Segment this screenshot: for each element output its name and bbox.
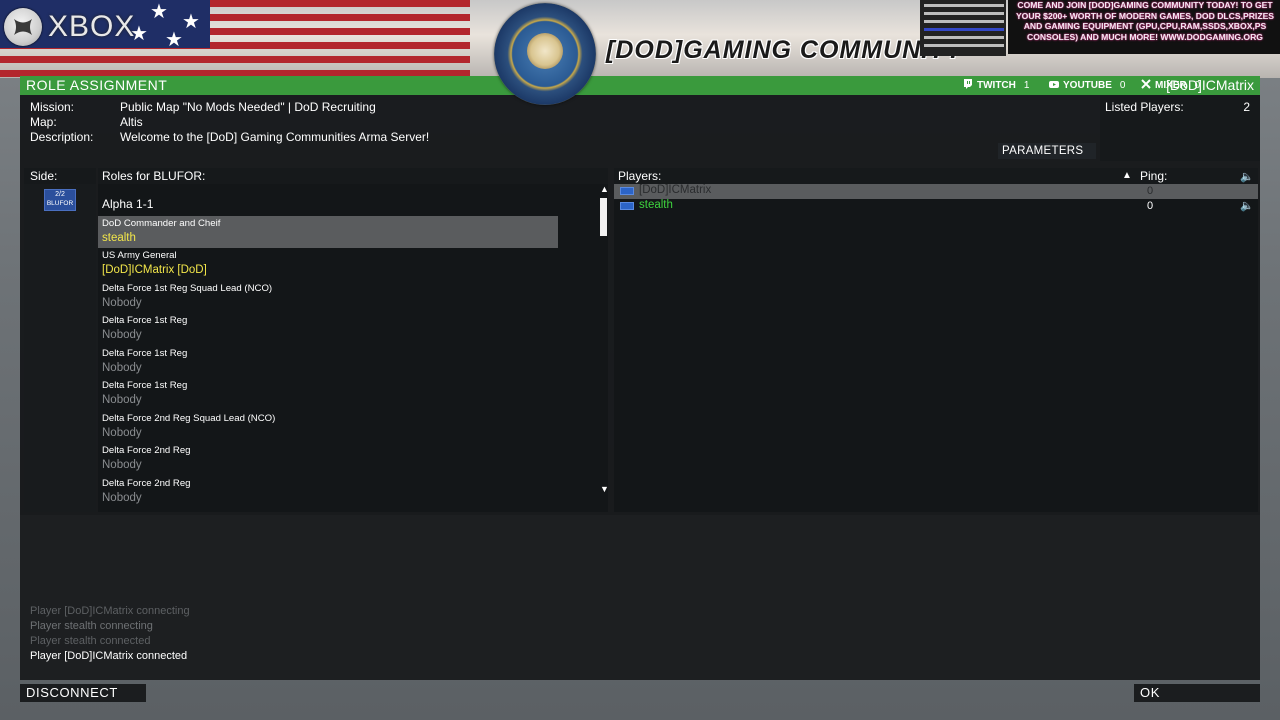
- role-slot[interactable]: Delta Force 2nd Reg Squad Lead (NCO) Nob…: [98, 411, 558, 443]
- player-side-flag-icon: [620, 202, 634, 210]
- description-label: Description:: [30, 130, 94, 144]
- role-slot[interactable]: Delta Force 1st Reg Squad Lead (NCO) Nob…: [98, 281, 558, 313]
- promo-box: COME AND JOIN [DOD]GAMING COMMUNITY TODA…: [1008, 0, 1280, 54]
- listed-players-label: Listed Players:: [1105, 100, 1184, 114]
- map-value: Altis: [120, 115, 143, 129]
- log-line: Player stealth connecting: [30, 620, 153, 632]
- promo-text: COME AND JOIN [DOD]GAMING COMMUNITY TODA…: [1015, 0, 1275, 42]
- xbox-wordmark: XBOX: [48, 10, 136, 43]
- role-slot[interactable]: Delta Force 1st Reg Nobody: [98, 346, 558, 378]
- description-value: Welcome to the [DoD] Gaming Communities …: [120, 130, 430, 144]
- roles-header: Roles for BLUFOR:: [98, 168, 608, 184]
- thin-blue-line-flag-image: [920, 0, 1006, 56]
- log-line: Player [DoD]ICMatrix connecting: [30, 605, 190, 617]
- role-slot[interactable]: DoD Commander and Cheif stealth: [98, 216, 558, 248]
- speaker-icon[interactable]: 🔈: [1240, 170, 1254, 183]
- page-title: ROLE ASSIGNMENT: [26, 77, 168, 93]
- side-blufor-button[interactable]: 2/2 BLUFOR: [44, 189, 76, 211]
- mission-info: Mission: Public Map "No Mods Needed" | D…: [20, 95, 1100, 163]
- connection-log: Player [DoD]ICMatrix connecting Player s…: [20, 515, 1260, 680]
- player-row[interactable]: [DoD]ICMatrix 0: [614, 184, 1258, 199]
- group-name: Alpha 1-1: [102, 197, 154, 211]
- side-header: Side:: [24, 168, 96, 184]
- parameters-button[interactable]: PARAMETERS: [998, 143, 1096, 159]
- role-assignment-header: ROLE ASSIGNMENT TWITCH 1 YOUTUBE 0 MIXER 0 …: [20, 76, 1260, 95]
- role-assignment-dialog: Mission: Public Map "No Mods Needed" | D…: [20, 95, 1260, 680]
- disconnect-button[interactable]: DISCONNECT: [20, 684, 146, 702]
- role-slot[interactable]: Delta Force 1st Reg Nobody: [98, 313, 558, 345]
- mission-value: Public Map "No Mods Needed" | DoD Recrui…: [120, 100, 376, 114]
- youtube-counter: YOUTUBE 0: [1049, 79, 1125, 91]
- role-slot[interactable]: Delta Force 1st Reg Nobody: [98, 378, 558, 410]
- xbox-logo-icon: [4, 8, 42, 46]
- sort-ascending-icon[interactable]: ▲: [1122, 170, 1132, 181]
- current-user-name: [DoD]ICMatrix: [1166, 77, 1254, 93]
- listed-players-count: 2: [1243, 100, 1250, 114]
- roles-scrollbar[interactable]: ▲ ▼: [600, 184, 609, 494]
- chevron-down-icon[interactable]: ▼: [600, 484, 609, 494]
- mixer-icon: [1141, 79, 1151, 89]
- youtube-icon: [1049, 81, 1059, 88]
- dod-seal-icon: [494, 3, 596, 105]
- side-list: 2/2 BLUFOR: [24, 184, 96, 512]
- stream-banner: ★ ★ ★ ★ XBOX [DOD]GAMING COMMUNITY COME …: [0, 0, 1280, 78]
- role-slot[interactable]: Delta Force 2nd Reg Nobody: [98, 476, 558, 508]
- side-name: BLUFOR: [46, 200, 74, 207]
- player-side-flag-icon: [620, 187, 634, 195]
- twitch-counter: TWITCH 1: [963, 79, 1029, 91]
- log-line: Player [DoD]ICMatrix connected: [30, 650, 188, 662]
- roles-list: Alpha 1-1 DoD Commander and Cheif stealt…: [98, 184, 608, 512]
- mission-label: Mission:: [30, 100, 75, 114]
- map-label: Map:: [30, 115, 57, 129]
- listed-players-panel: Listed Players: 2: [1100, 95, 1260, 161]
- role-slot[interactable]: US Army General [DoD]ICMatrix [DoD]: [98, 248, 558, 280]
- ping-header[interactable]: Ping:: [1140, 169, 1167, 183]
- players-list: [DoD]ICMatrix 0 stealth 0 🔈: [614, 184, 1258, 512]
- scroll-thumb[interactable]: [600, 198, 607, 236]
- speaker-icon[interactable]: 🔈: [1240, 199, 1254, 212]
- community-title: [DOD]GAMING COMMUNITY: [606, 36, 964, 64]
- player-row[interactable]: stealth 0 🔈: [614, 199, 1258, 214]
- log-line: Player stealth connected: [30, 635, 151, 647]
- chevron-up-icon[interactable]: ▲: [600, 184, 609, 194]
- side-slot-count: 2/2: [55, 191, 65, 198]
- twitch-icon: [964, 79, 972, 89]
- ok-button[interactable]: OK: [1134, 684, 1260, 702]
- role-slot[interactable]: Delta Force 2nd Reg Nobody: [98, 443, 558, 475]
